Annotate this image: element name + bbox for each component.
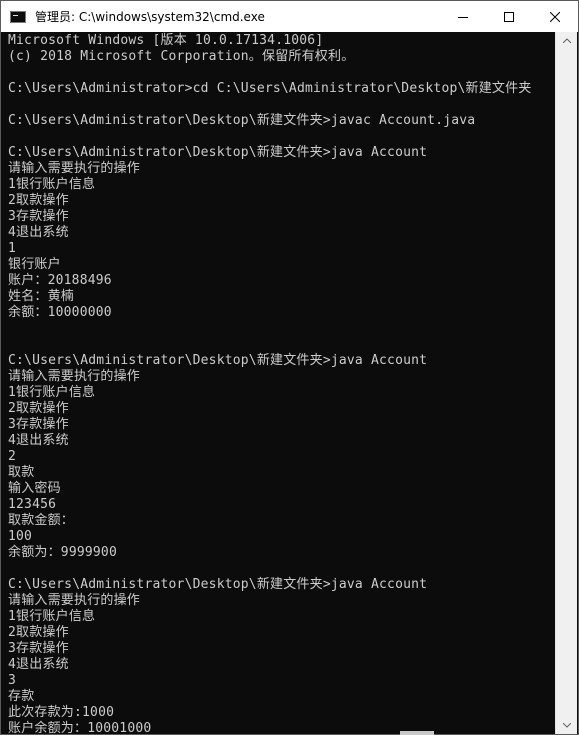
close-button[interactable] <box>532 1 578 32</box>
console-line: 4退出系统 <box>8 225 69 240</box>
scrollbar-track[interactable] <box>556 49 577 717</box>
console-line: 100 <box>8 529 33 544</box>
scroll-down-button[interactable] <box>556 717 577 734</box>
console-line: 1银行账户信息 <box>8 385 96 400</box>
console-line: 存款 <box>8 689 35 704</box>
console-line: Microsoft Windows [版本 10.0.17134.1006] <box>8 33 324 48</box>
window-title: 管理员: C:\windows\system32\cmd.exe <box>35 10 265 24</box>
console-line: 请输入需要执行的操作 <box>8 369 141 384</box>
horizontal-scroll-indicator[interactable] <box>400 731 434 735</box>
vertical-scrollbar[interactable] <box>555 32 577 734</box>
maximize-icon <box>504 11 514 22</box>
console-line: 此次存款为:1000 <box>8 705 115 720</box>
console-line: 取款 <box>8 465 35 480</box>
console-line: 请输入需要执行的操作 <box>8 161 141 176</box>
console-line: C:\Users\Administrator\Desktop\新建文件夹>jav… <box>8 145 428 160</box>
console-line: 姓名：黄楠 <box>8 289 75 304</box>
console-line: 123456 <box>8 497 57 512</box>
console-line: 账户余额为：10001000 <box>8 721 152 734</box>
console-line: 余额：10000000 <box>8 305 112 320</box>
close-icon <box>550 11 560 22</box>
minimize-button[interactable] <box>440 1 486 32</box>
console-line: 银行账户 <box>8 257 61 272</box>
console-line: C:\Users\Administrator\Desktop\新建文件夹>jav… <box>8 577 428 592</box>
chevron-up-icon <box>562 38 571 43</box>
console-line: 2 <box>8 449 17 464</box>
console-line: 2取款操作 <box>8 193 69 208</box>
minimize-icon <box>458 16 468 18</box>
scroll-up-button[interactable] <box>556 32 577 49</box>
console-line: 1 <box>8 241 17 256</box>
console-line: 4退出系统 <box>8 657 69 672</box>
console-line: 2取款操作 <box>8 401 69 416</box>
chevron-down-icon <box>562 723 571 728</box>
console-line: 输入密码 <box>8 481 61 496</box>
console-line: 3存款操作 <box>8 641 69 656</box>
cmd-window: 管理员: C:\windows\system32\cmd.exe Microso… <box>0 0 579 735</box>
console-line: 3存款操作 <box>8 417 69 432</box>
console-line: C:\Users\Administrator\Desktop\新建文件夹>jav… <box>8 353 428 368</box>
console-line: 2取款操作 <box>8 625 69 640</box>
console-line: C:\Users\Administrator\Desktop\新建文件夹>jav… <box>8 113 476 128</box>
console-line: 4退出系统 <box>8 433 69 448</box>
console-line: 账户：20188496 <box>8 273 112 288</box>
console-line: (c) 2018 Microsoft Corporation。保留所有权利。 <box>8 49 355 64</box>
console-output[interactable]: Microsoft Windows [版本 10.0.17134.1006] (c… <box>2 32 555 734</box>
window-controls <box>440 1 578 32</box>
console-line: 3存款操作 <box>8 209 69 224</box>
console-line: C:\Users\Administrator>cd C:\Users\Admin… <box>8 81 532 96</box>
console-line: 取款金额： <box>8 513 75 528</box>
cmd-app-icon[interactable] <box>10 10 26 23</box>
console-line: 3 <box>8 673 17 688</box>
console-line: 余额为：9999900 <box>8 545 117 560</box>
maximize-button[interactable] <box>486 1 532 32</box>
console-line: 请输入需要执行的操作 <box>8 593 141 608</box>
console-line: 1银行账户信息 <box>8 609 96 624</box>
console-line: 1银行账户信息 <box>8 177 96 192</box>
title-bar[interactable]: 管理员: C:\windows\system32\cmd.exe <box>1 1 578 32</box>
